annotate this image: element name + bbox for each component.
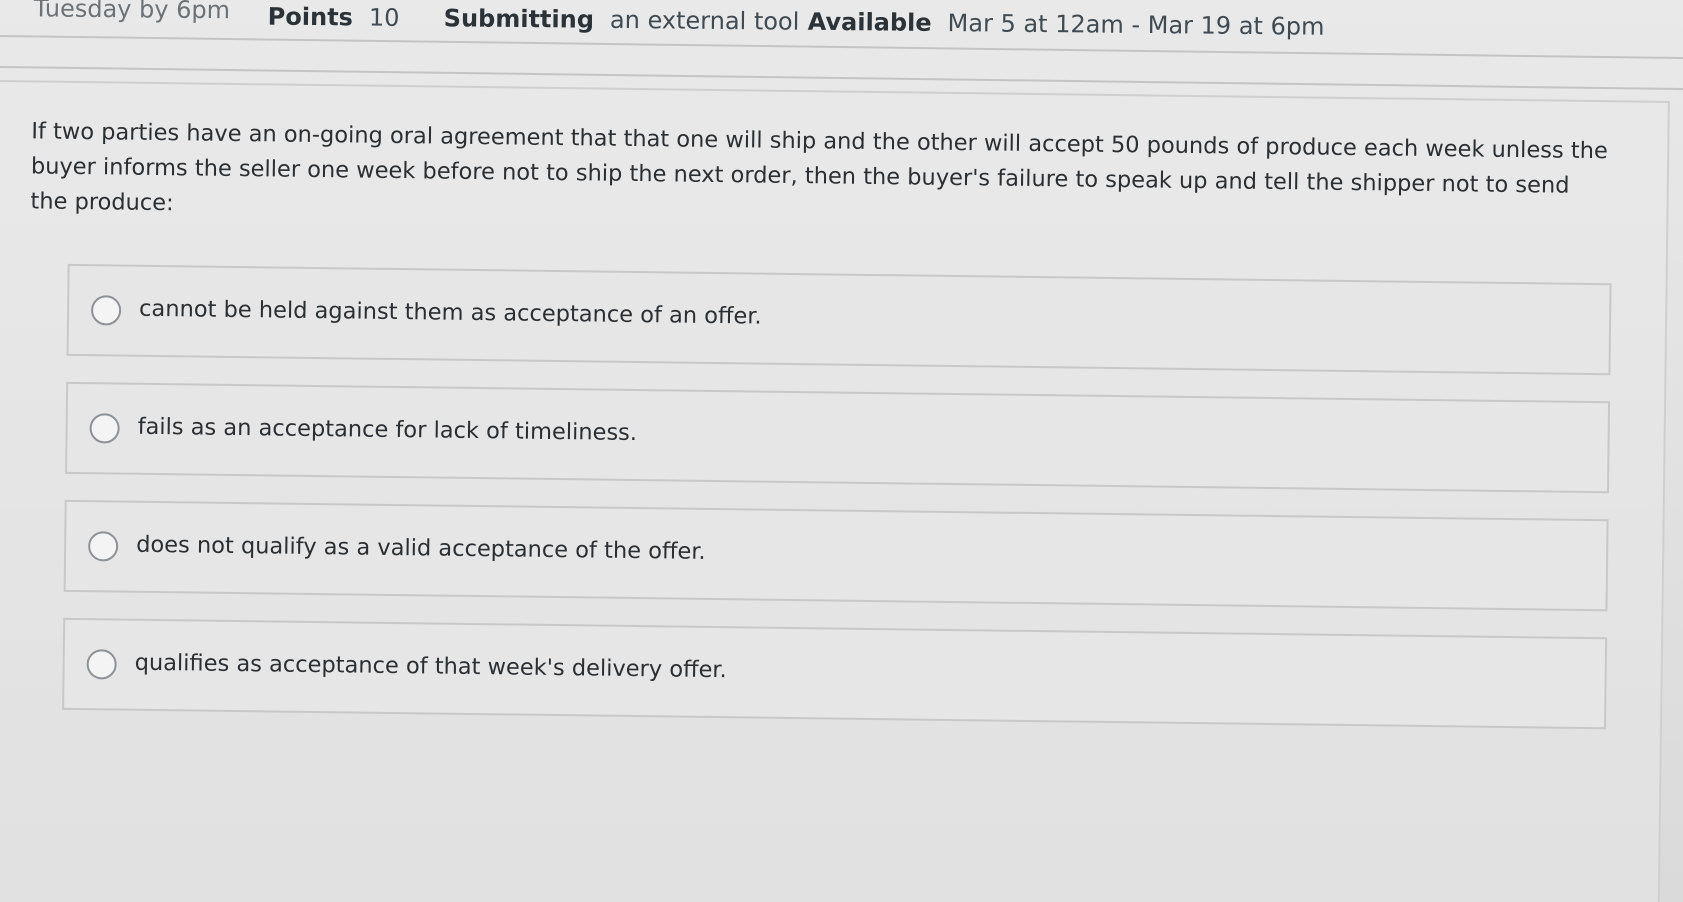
available-meta: Available Mar 5 at 12am - Mar 19 at 6pm	[808, 8, 1325, 41]
available-label: Available	[807, 7, 932, 37]
radio-button[interactable]	[90, 295, 122, 326]
radio-button[interactable]	[86, 649, 117, 680]
answer-option[interactable]: does not qualify as a valid acceptance o…	[63, 499, 1609, 612]
answer-option[interactable]: qualifies as acceptance of that week's d…	[62, 617, 1608, 730]
answer-label: cannot be held against them as acceptanc…	[138, 295, 762, 330]
submitting-value: an external tool	[609, 5, 800, 36]
answer-option[interactable]: fails as an acceptance for lack of timel…	[65, 381, 1611, 494]
due-date-text: Tuesday by 6pm	[33, 0, 231, 25]
question-text: If two parties have an on-going oral agr…	[30, 118, 1608, 217]
points-meta: Points 10	[268, 3, 400, 32]
assignment-meta-row: Tuesday by 6pm Points 10 Submitting an ext…	[0, 0, 1683, 58]
submitting-meta: Submitting an external tool	[444, 4, 800, 35]
submitting-label: Submitting	[443, 4, 595, 34]
answer-list: cannot be held against them as acceptanc…	[62, 263, 1612, 755]
points-value: 10	[368, 3, 400, 32]
radio-button[interactable]	[87, 531, 119, 562]
question-panel: If two parties have an on-going oral agr…	[0, 80, 1670, 902]
answer-label: fails as an acceptance for lack of timel…	[137, 413, 638, 447]
points-label: Points	[267, 2, 354, 32]
answer-label: qualifies as acceptance of that week's d…	[134, 649, 727, 684]
answer-label: does not qualify as a valid acceptance o…	[136, 531, 706, 565]
answer-option[interactable]: cannot be held against them as acceptanc…	[66, 263, 1612, 376]
quiz-page: Tuesday by 6pm Points 10 Submitting an ext…	[0, 0, 1683, 902]
radio-button[interactable]	[89, 413, 120, 444]
available-value: Mar 5 at 12am - Mar 19 at 6pm	[947, 9, 1325, 41]
